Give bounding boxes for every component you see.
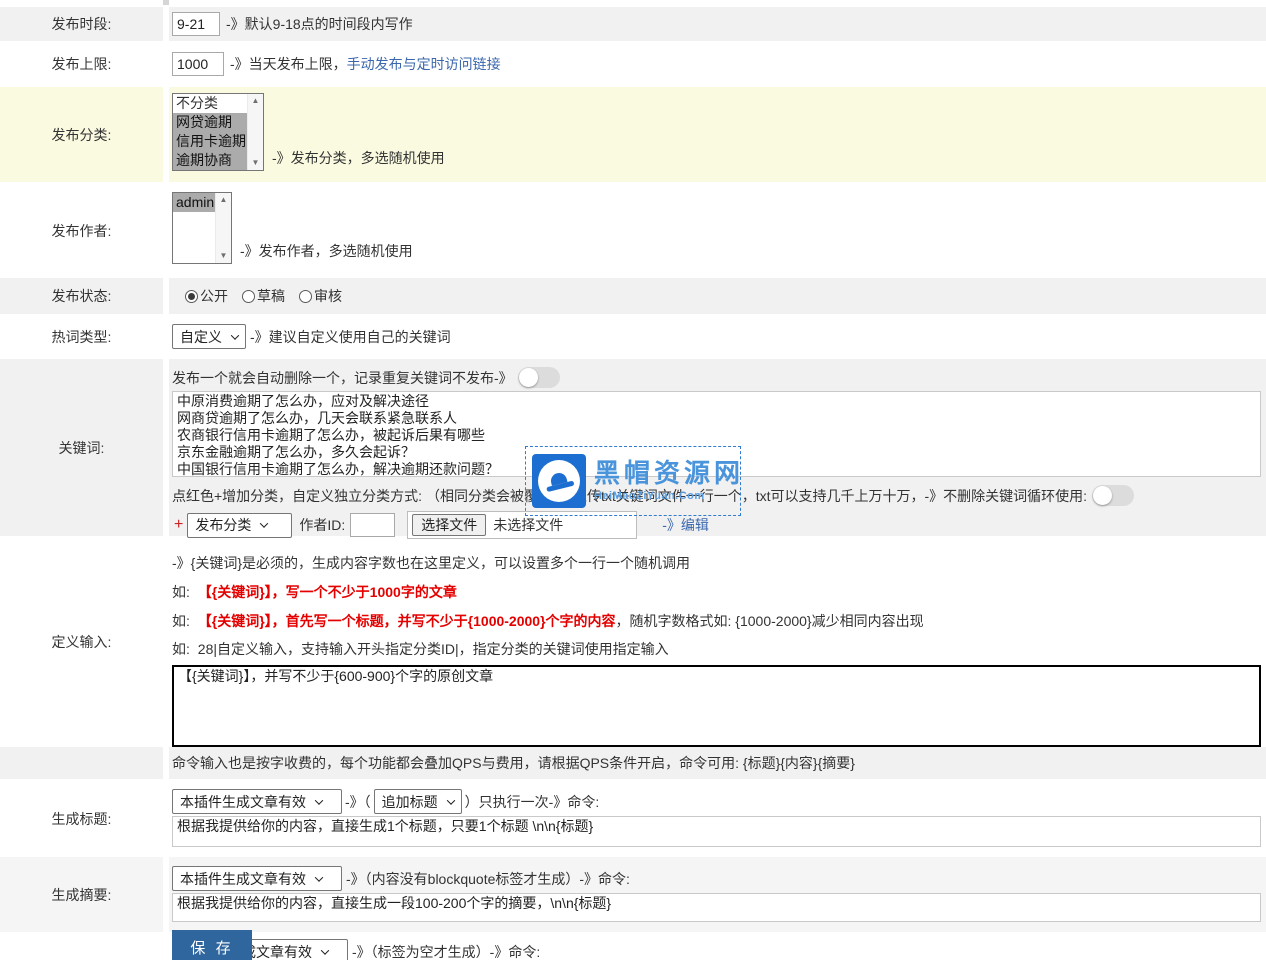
- add-category-button[interactable]: +: [174, 516, 183, 534]
- listbox-scrollbar[interactable]: ▲ ▼: [247, 94, 263, 170]
- watermark-site: HeiMaoZiYuan.Com: [594, 490, 744, 502]
- define-input-example-1: 如: 【{关键词}】，写一个不少于1000字的文章: [172, 582, 1266, 602]
- row-publish-author: 发布作者: admin ▲ ▼ -》发布作者，多选随机使用: [0, 185, 1266, 276]
- define-input-textarea[interactable]: 【{关键词}】，并写不少于{600-900}个字的原创文章: [172, 665, 1261, 747]
- category-option[interactable]: 信用卡逾期: [173, 132, 247, 151]
- radio-draft[interactable]: 草稿: [242, 286, 285, 306]
- scroll-down-icon[interactable]: ▼: [252, 156, 260, 170]
- publish-time-label: 发布时段:: [0, 7, 163, 41]
- gen-abstract-label: 生成摘要:: [0, 857, 163, 932]
- hotword-type-hint: -》建议自定义使用自己的关键词: [250, 327, 451, 347]
- publish-author-label: 发布作者:: [0, 185, 163, 276]
- command-note-text: 命令输入也是按字收费的，每个功能都会叠加QPS与费用，请根据QPS条件开启，命令…: [172, 753, 855, 773]
- radio-review[interactable]: 审核: [299, 286, 342, 306]
- watermark-logo-icon: [532, 454, 586, 508]
- gen-tag-after: -》（标签为空才生成）-》命令:: [352, 942, 540, 960]
- define-input-label: 定义输入:: [0, 539, 163, 744]
- define-input-example-2: 如: 【{关键词}】，首先写一个标题，并写不少于{1000-2000}个字的内容…: [172, 611, 1266, 631]
- category-option[interactable]: 网贷逾期: [173, 113, 247, 132]
- keep-keywords-toggle[interactable]: [1092, 485, 1134, 506]
- publish-category-label: 发布分类:: [0, 87, 163, 182]
- author-option[interactable]: admin: [173, 193, 215, 212]
- chevron-down-icon: [315, 873, 323, 881]
- publish-status-label: 发布状态:: [0, 278, 163, 314]
- gen-title-label: 生成标题:: [0, 782, 163, 855]
- chevron-down-icon: [446, 796, 454, 804]
- define-input-note: -》{关键词}是必须的，生成内容字数也在这里定义，可以设置多个一行一个随机调用: [172, 539, 1266, 573]
- black-hat-icon: [543, 470, 574, 492]
- radio-icon: [242, 290, 255, 303]
- row-publish-time: 发布时段: -》默认9-18点的时间段内写作: [0, 7, 1266, 41]
- row-hotword-type: 热词类型: 自定义 -》建议自定义使用自己的关键词: [0, 316, 1266, 357]
- row-publish-category: 发布分类: 不分类 网贷逾期 信用卡逾期 逾期协商 ▲ ▼ -》发布分类，多选随…: [0, 87, 1266, 182]
- row-command-note: 命令输入也是按字收费的，每个功能都会叠加QPS与费用，请根据QPS条件开启，命令…: [0, 747, 1266, 779]
- keywords-label: 关键词:: [0, 359, 163, 536]
- watermark: 黑帽资源网 HeiMaoZiYuan.Com: [525, 446, 741, 516]
- chevron-down-icon: [231, 331, 239, 339]
- publish-limit-input[interactable]: [172, 52, 224, 76]
- row-publish-status: 发布状态: 公开 草稿 审核: [0, 278, 1266, 314]
- radio-selected-icon: [185, 290, 198, 303]
- define-input-example-3: 如: 28|自定义输入，支持输入开头指定分类ID|，指定分类的关键词使用指定输入: [172, 639, 1266, 659]
- author-id-input[interactable]: [350, 513, 395, 537]
- gen-title-command-textarea[interactable]: 根据我提供给你的内容，直接生成1个标题，只要1个标题 \n\n{标题}: [172, 816, 1261, 847]
- publish-author-hint: -》发布作者，多选随机使用: [240, 241, 413, 261]
- radio-icon: [299, 290, 312, 303]
- gen-abstract-command-textarea[interactable]: 根据我提供给你的内容，直接生成一段100-200个字的摘要，\n\n{标题}: [172, 893, 1261, 922]
- row-gen-title: 生成标题: 本插件生成文章有效 -》（ 追加标题 ）只执行一次-》命令: 根据我…: [0, 782, 1266, 855]
- publish-limit-label: 发布上限:: [0, 44, 163, 84]
- save-button[interactable]: 保 存: [172, 930, 252, 960]
- hotword-type-label: 热词类型:: [0, 316, 163, 357]
- file-status-text: 未选择文件: [493, 515, 563, 535]
- gen-title-after: ）只执行一次-》命令:: [465, 792, 600, 812]
- plugin-settings-page: 发布时段: -》默认9-18点的时间段内写作 发布上限: -》当天发布上限， 手…: [0, 0, 1266, 960]
- publish-time-input[interactable]: [172, 12, 220, 36]
- gen-abstract-mode-select[interactable]: 本插件生成文章有效: [172, 866, 342, 891]
- row-define-input: 定义输入: -》{关键词}是必须的，生成内容字数也在这里定义，可以设置多个一行一…: [0, 539, 1266, 744]
- auto-delete-toggle[interactable]: [518, 367, 560, 388]
- edit-link[interactable]: -》编辑: [662, 515, 709, 535]
- category-option[interactable]: 逾期协商: [173, 151, 247, 170]
- publish-limit-hint: -》当天发布上限，: [230, 54, 347, 74]
- chevron-down-icon: [315, 796, 323, 804]
- listbox-scrollbar[interactable]: ▲ ▼: [215, 193, 231, 263]
- radio-public[interactable]: 公开: [185, 286, 228, 306]
- publish-author-listbox[interactable]: admin ▲ ▼: [172, 192, 232, 264]
- column-divider: [163, 0, 169, 5]
- top-row-remnant: [0, 0, 1266, 5]
- category-option[interactable]: 不分类: [173, 94, 247, 113]
- scroll-up-icon[interactable]: ▲: [252, 94, 260, 108]
- gen-abstract-after: -》（内容没有blockquote标签才生成）-》命令:: [346, 869, 630, 889]
- row-publish-limit: 发布上限: -》当天发布上限， 手动发布与定时访问链接: [0, 44, 1266, 84]
- hotword-type-select[interactable]: 自定义: [172, 324, 246, 349]
- scroll-down-icon[interactable]: ▼: [220, 249, 228, 263]
- scroll-up-icon[interactable]: ▲: [220, 193, 228, 207]
- row-gen-abstract: 生成摘要: 本插件生成文章有效 -》（内容没有blockquote标签才生成）-…: [0, 857, 1266, 932]
- watermark-title: 黑帽资源网: [594, 460, 744, 487]
- row-bottom: 本插件生成文章有效 -》（标签为空才生成）-》命令: 保 存: [0, 934, 1266, 960]
- author-id-label: 作者ID:: [299, 515, 345, 535]
- append-title-select[interactable]: 追加标题: [374, 789, 462, 814]
- chevron-down-icon: [321, 946, 329, 954]
- publish-time-hint: -》默认9-18点的时间段内写作: [226, 14, 413, 34]
- category-select[interactable]: 发布分类: [187, 513, 292, 538]
- gen-title-mode-select[interactable]: 本插件生成文章有效: [172, 789, 342, 814]
- gen-title-mid: -》（: [345, 792, 371, 812]
- chevron-down-icon: [260, 519, 268, 527]
- publish-category-hint: -》发布分类，多选随机使用: [272, 148, 445, 168]
- manual-publish-link[interactable]: 手动发布与定时访问链接: [347, 54, 501, 74]
- keywords-toggle-text: 发布一个就会自动删除一个，记录重复关键词不发布-》: [172, 368, 513, 388]
- publish-category-listbox[interactable]: 不分类 网贷逾期 信用卡逾期 逾期协商 ▲ ▼: [172, 93, 264, 171]
- choose-file-button[interactable]: 选择文件: [412, 514, 486, 536]
